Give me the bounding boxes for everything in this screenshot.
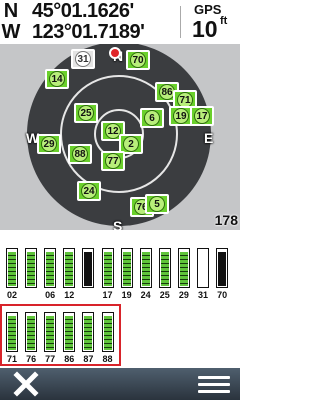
satellite-marker-25[interactable]: 25 [74, 103, 98, 123]
satellite-id: 25 [78, 105, 94, 121]
back-button[interactable] [10, 370, 42, 398]
satellite-id: 6 [144, 110, 160, 126]
signal-bar-fill [160, 251, 169, 286]
satellite-marker-5[interactable]: 5 [145, 194, 169, 214]
signal-bar-fill [46, 251, 55, 286]
signal-bar-fill [27, 251, 36, 286]
signal-bar [101, 248, 114, 288]
satellite-id: 19 [173, 108, 189, 124]
elevation-readout: 178 [214, 212, 238, 228]
signal-bar-label: 70 [217, 290, 228, 300]
signal-bar-label: 12 [64, 290, 75, 300]
satellite-marker-24[interactable]: 24 [77, 181, 101, 201]
satellite-marker-31[interactable]: 31 [71, 49, 95, 69]
bottom-toolbar [0, 368, 240, 400]
signal-bar-fill [65, 251, 74, 286]
satellite-marker-88[interactable]: 88 [68, 144, 92, 164]
gps-accuracy-unit: ft [220, 15, 228, 27]
latitude-hemisphere: N [3, 0, 19, 22]
satellite-marker-70[interactable]: 70 [126, 50, 150, 70]
coordinates-header: N 45°01.1626' W 123°01.7189' GPS 10 ft [0, 0, 240, 44]
satellite-skyview[interactable]: N S E W 31 70 14 86 71 25 6 19 17 12 29 … [0, 44, 240, 230]
signal-bar [82, 248, 95, 288]
gps-label: GPS [194, 2, 222, 17]
satellite-id: 14 [49, 71, 65, 87]
satellite-id: 88 [72, 146, 88, 162]
signal-bar [44, 248, 57, 288]
selection-highlight [0, 304, 121, 366]
satellite-id: 29 [41, 136, 57, 152]
close-x-icon [13, 371, 39, 397]
signal-bar-fill [179, 251, 188, 286]
satellite-id: 5 [149, 196, 165, 212]
compass-south-label: S [113, 218, 123, 230]
longitude-value: 123°01.7189' [32, 20, 145, 43]
signal-strength-bars: 02 06 12 17 19 24 25 29 31 70 71 76 77 86 87 88 [0, 230, 240, 368]
signal-bar [120, 248, 133, 288]
signal-bar-fill [218, 251, 227, 286]
signal-bar-fill [122, 251, 131, 286]
latitude-value: 45°01.1626' [32, 0, 134, 22]
signal-bar [216, 248, 229, 288]
signal-bar [177, 248, 190, 288]
satellite-marker-77[interactable]: 77 [101, 151, 125, 171]
menu-button[interactable] [198, 370, 230, 398]
satellite-id: 24 [81, 183, 97, 199]
satellite-id: 77 [105, 153, 121, 169]
signal-bar-fill [8, 251, 16, 286]
signal-bar-fill [84, 251, 93, 286]
satellite-marker-6[interactable]: 6 [140, 108, 164, 128]
satellite-marker-14[interactable]: 14 [45, 69, 69, 89]
satellite-marker-29[interactable]: 29 [37, 134, 61, 154]
menu-icon [198, 382, 230, 386]
gps-accuracy-value: 10 [192, 16, 218, 42]
satellite-id: 31 [75, 51, 91, 67]
satellite-marker-17[interactable]: 17 [190, 106, 214, 126]
header-divider [180, 6, 181, 38]
signal-bar [139, 248, 152, 288]
signal-bar [197, 248, 209, 288]
signal-bar-fill [103, 251, 112, 286]
position-marker [109, 47, 121, 59]
menu-icon [198, 375, 230, 379]
signal-bar-label: 02 [6, 290, 17, 300]
longitude-hemisphere: W [1, 20, 21, 43]
menu-icon [198, 389, 230, 393]
satellite-id: 17 [194, 108, 210, 124]
satellite-id: 2 [123, 136, 139, 152]
signal-bar [25, 248, 38, 288]
signal-bar [63, 248, 76, 288]
longitude-row: W 123°01.7189' [0, 20, 145, 43]
latitude-row: N 45°01.1626' [0, 0, 135, 22]
signal-bar [6, 248, 18, 288]
signal-bar [158, 248, 171, 288]
satellite-id: 70 [130, 52, 146, 68]
signal-bar-fill [141, 251, 150, 286]
compass-east-label: E [204, 130, 214, 146]
